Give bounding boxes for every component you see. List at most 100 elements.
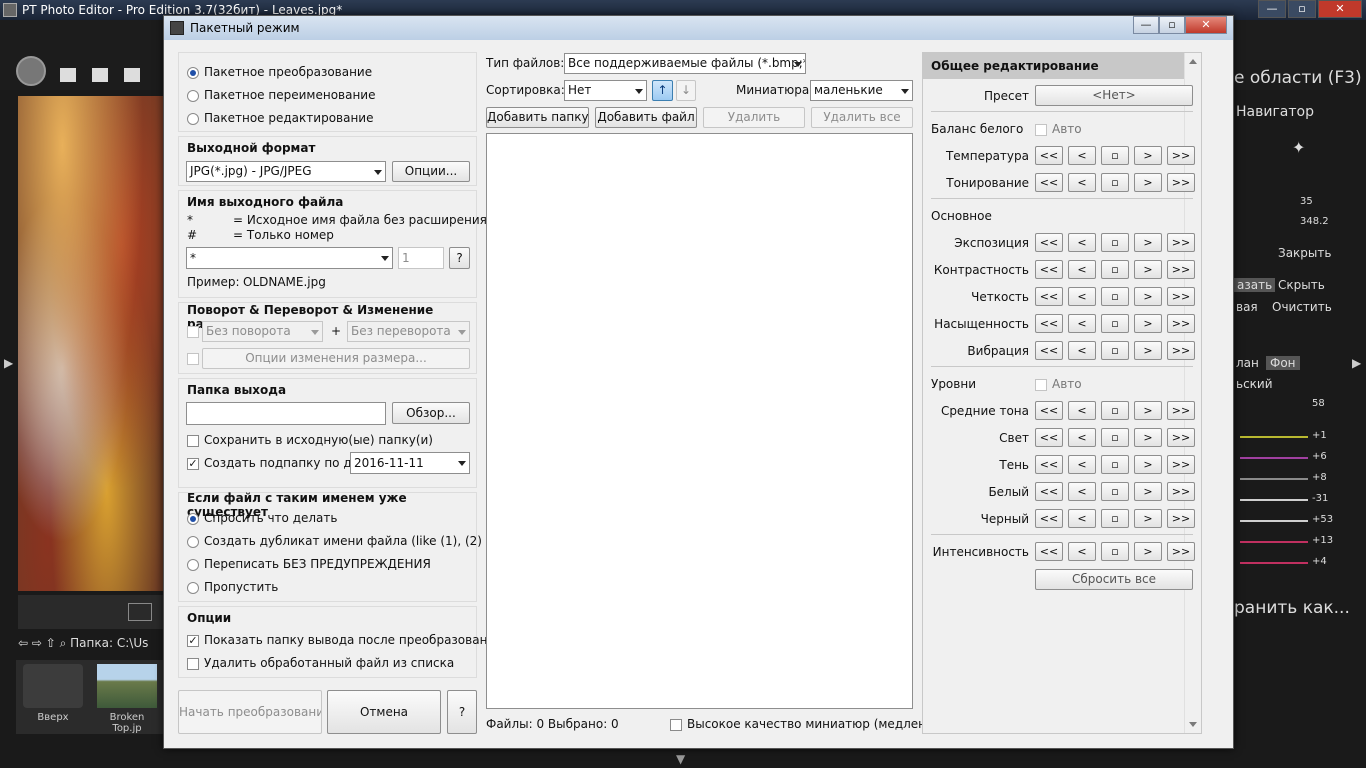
step-reset-button[interactable]: ▫ [1101, 314, 1129, 333]
step-down-button[interactable]: < [1068, 341, 1096, 360]
step-fast-down-button[interactable]: << [1035, 428, 1063, 447]
slider-track[interactable] [1240, 520, 1308, 522]
reset-all-button[interactable]: Сбросить все [1035, 569, 1193, 590]
nav-arrows-icon[interactable]: ⇦ ⇨ ⇧ ⌕ [18, 636, 66, 650]
step-reset-button[interactable]: ▫ [1101, 146, 1129, 165]
step-up-button[interactable]: > [1134, 542, 1162, 561]
step-reset-button[interactable]: ▫ [1101, 173, 1129, 192]
levels-auto-checkbox[interactable] [1035, 378, 1047, 391]
step-up-button[interactable]: > [1134, 428, 1162, 447]
subfolder-checkbox[interactable]: ✓ [187, 457, 199, 470]
slider-track[interactable] [1240, 541, 1308, 543]
mode-edit[interactable]: Пакетное редактирование [187, 111, 373, 125]
rotation-select[interactable]: Без поворота [202, 321, 323, 342]
dialog-close-button[interactable]: ✕ [1185, 16, 1227, 34]
wb-auto-checkbox[interactable] [1035, 123, 1047, 136]
show-folder-option[interactable]: ✓ Показать папку вывода после преобразова… [187, 633, 502, 647]
photo-canvas[interactable] [18, 96, 166, 591]
step-up-button[interactable]: > [1134, 260, 1162, 279]
step-fast-up-button[interactable]: >> [1167, 509, 1195, 528]
step-up-button[interactable]: > [1134, 341, 1162, 360]
exists-ask-radio[interactable] [187, 512, 199, 525]
step-reset-button[interactable]: ▫ [1101, 542, 1129, 561]
step-reset-button[interactable]: ▫ [1101, 287, 1129, 306]
plan-tab[interactable]: лан [1236, 356, 1259, 370]
name-pattern-select[interactable]: * [186, 247, 393, 269]
step-down-button[interactable]: < [1068, 482, 1096, 501]
thumb-size-select[interactable]: маленькие [810, 80, 913, 101]
remove-button[interactable]: Удалить [703, 107, 805, 128]
slider-track[interactable] [1240, 562, 1308, 564]
step-up-button[interactable]: > [1134, 287, 1162, 306]
new-button[interactable]: вая [1236, 300, 1258, 314]
step-down-button[interactable]: < [1068, 509, 1096, 528]
preset-select[interactable]: <Нет> [1035, 85, 1193, 106]
sort-select[interactable]: Нет [564, 80, 647, 101]
remove-all-button[interactable]: Удалить все [811, 107, 913, 128]
levels-auto-option[interactable]: Авто [1035, 377, 1082, 391]
keep-source-checkbox[interactable] [187, 434, 199, 447]
magic-wand-icon[interactable]: ✦ [1292, 138, 1305, 157]
step-up-button[interactable]: > [1134, 509, 1162, 528]
step-fast-down-button[interactable]: << [1035, 287, 1063, 306]
mode-rename-radio[interactable] [187, 89, 199, 102]
show-folder-checkbox[interactable]: ✓ [187, 634, 199, 647]
thumb-up[interactable]: Вверх [22, 664, 84, 730]
rotate-checkbox[interactable] [187, 326, 199, 338]
keep-source-option[interactable]: Сохранить в исходную(ые) папку(и) [187, 433, 433, 447]
help-button[interactable]: ? [447, 690, 477, 734]
step-fast-down-button[interactable]: << [1035, 233, 1063, 252]
output-format-select[interactable]: JPG(*.jpg) - JPG/JPEG [186, 161, 386, 182]
exists-skip[interactable]: Пропустить [187, 580, 278, 594]
step-fast-down-button[interactable]: << [1035, 455, 1063, 474]
thumb-file[interactable]: Broken Top.jp [96, 664, 158, 734]
step-fast-down-button[interactable]: << [1035, 341, 1063, 360]
step-down-button[interactable]: < [1068, 173, 1096, 192]
dialog-maximize-button[interactable]: ▫ [1159, 16, 1185, 34]
step-up-button[interactable]: > [1134, 455, 1162, 474]
resize-options-button[interactable]: Опции изменения размера... [202, 348, 470, 369]
step-fast-up-button[interactable]: >> [1167, 233, 1195, 252]
step-up-button[interactable]: > [1134, 314, 1162, 333]
date-select[interactable]: 2016-11-11 [350, 452, 470, 474]
format-options-button[interactable]: Опции... [392, 161, 470, 182]
step-reset-button[interactable]: ▫ [1101, 401, 1129, 420]
mode-select[interactable]: ьский [1236, 377, 1273, 391]
step-fast-up-button[interactable]: >> [1167, 341, 1195, 360]
slider-track[interactable] [1240, 436, 1308, 438]
step-down-button[interactable]: < [1068, 455, 1096, 474]
add-folder-button[interactable]: Добавить папку [486, 107, 589, 128]
mode-convert-radio[interactable] [187, 66, 199, 79]
browse-button[interactable]: Обзор... [392, 402, 470, 424]
left-panel-arrow-icon[interactable]: ▶ [4, 356, 13, 370]
delete-processed-checkbox[interactable] [187, 657, 199, 670]
save-as-button[interactable]: ранить как... [1234, 598, 1350, 618]
hide-button[interactable]: Скрыть [1278, 278, 1325, 292]
exists-ask[interactable]: Спросить что делать [187, 511, 337, 525]
step-up-button[interactable]: > [1134, 173, 1162, 192]
file-list[interactable] [486, 133, 913, 709]
step-down-button[interactable]: < [1068, 146, 1096, 165]
step-fast-up-button[interactable]: >> [1167, 401, 1195, 420]
start-number-input[interactable]: 1 [398, 247, 444, 269]
mode-rename[interactable]: Пакетное переименование [187, 88, 376, 102]
step-down-button[interactable]: < [1068, 233, 1096, 252]
step-up-button[interactable]: > [1134, 146, 1162, 165]
subfolder-option[interactable]: ✓ Создать подпапку по дате [187, 456, 373, 470]
resize-checkbox[interactable] [187, 353, 199, 365]
step-fast-up-button[interactable]: >> [1167, 482, 1195, 501]
cancel-button[interactable]: Отмена [327, 690, 441, 734]
step-reset-button[interactable]: ▫ [1101, 428, 1129, 447]
add-file-button[interactable]: Добавить файл [595, 107, 697, 128]
clear-button[interactable]: Очистить [1272, 300, 1332, 314]
step-fast-down-button[interactable]: << [1035, 401, 1063, 420]
step-up-button[interactable]: > [1134, 401, 1162, 420]
step-up-button[interactable]: > [1134, 233, 1162, 252]
step-fast-up-button[interactable]: >> [1167, 146, 1195, 165]
fit-icon[interactable] [128, 603, 152, 621]
app-close-button[interactable]: ✕ [1318, 0, 1362, 18]
scroll-up-icon[interactable] [1189, 59, 1197, 64]
wb-auto-option[interactable]: Авто [1035, 122, 1082, 136]
exists-overwrite[interactable]: Переписать БЕЗ ПРЕДУПРЕЖДЕНИЯ [187, 557, 431, 571]
start-button[interactable]: Начать преобразование [178, 690, 322, 734]
